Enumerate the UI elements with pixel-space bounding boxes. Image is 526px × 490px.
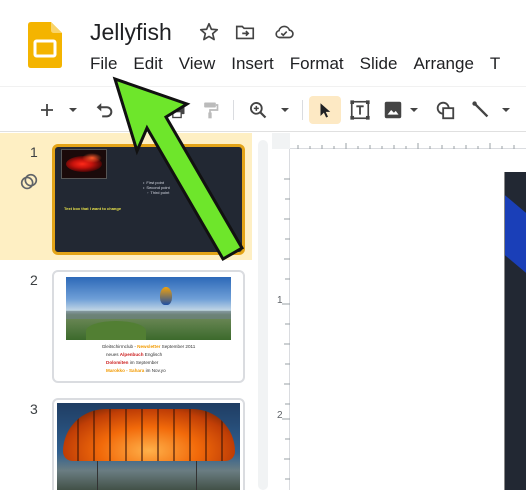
slide-1-bullets: • First point • Second point ◦ Third point: [143, 180, 170, 195]
slide-row-3[interactable]: 3: [0, 391, 252, 490]
menu-insert[interactable]: Insert: [223, 51, 282, 79]
paraglider-landscape-image: [66, 277, 231, 340]
move-to-folder-icon[interactable]: [233, 20, 257, 44]
select-tool-icon[interactable]: [309, 96, 341, 124]
toolbar-divider: [302, 100, 303, 120]
print-icon[interactable]: [164, 96, 190, 124]
slide-number: 1: [30, 144, 38, 160]
menu-format[interactable]: Format: [282, 51, 352, 79]
line-dropdown-icon[interactable]: [498, 96, 514, 124]
undo-icon[interactable]: [91, 96, 117, 124]
new-slide-button[interactable]: [35, 96, 59, 124]
zoom-icon[interactable]: [245, 96, 271, 124]
slide-thumbnail-2[interactable]: Gleitschirmclub - Newsletter September 2…: [52, 270, 245, 383]
ruler-label: 2: [277, 410, 283, 421]
slide-thumbnail-1[interactable]: • First point • Second point ◦ Third point …: [52, 144, 245, 255]
slide-row-2[interactable]: 2 Gleitschirmclub - Newsletter September…: [0, 263, 252, 388]
slide-thumbnail-3[interactable]: [52, 398, 245, 490]
image-icon[interactable]: [380, 96, 406, 124]
slide-1-caption: Text box that I want to change: [64, 206, 122, 211]
menu-arrange[interactable]: Arrange: [405, 51, 481, 79]
menu-slide[interactable]: Slide: [352, 51, 406, 79]
app-header: Jellyfish File Edit View Insert Format S…: [0, 0, 526, 86]
slide-filmstrip: 1 • First point • Second point ◦ Third poin…: [0, 133, 272, 490]
jellyfish-image: [61, 149, 107, 179]
paraglider-canopy-image: [57, 403, 240, 490]
paint-format-icon[interactable]: [197, 96, 223, 124]
slide-editor: 1 2: [272, 133, 526, 490]
speaker-notes-icon[interactable]: [18, 171, 40, 193]
vertical-ruler: 1 2: [272, 149, 290, 490]
zoom-dropdown-icon[interactable]: [276, 96, 294, 124]
filmstrip-scrollbar[interactable]: [258, 140, 268, 490]
slide-number: 2: [30, 272, 38, 288]
new-slide-dropdown-icon[interactable]: [64, 96, 82, 124]
image-dropdown-icon[interactable]: [406, 96, 422, 124]
slide-canvas[interactable]: [290, 149, 526, 490]
menu-view[interactable]: View: [171, 51, 224, 79]
bullet-item: Third point: [150, 190, 170, 195]
slide-edge: [504, 172, 526, 490]
slide-number: 3: [30, 401, 38, 417]
cloud-saved-icon[interactable]: [272, 20, 296, 44]
toolbar-divider: [233, 100, 234, 120]
toolbar: [0, 86, 526, 132]
ruler-label: 1: [277, 295, 283, 306]
slides-logo-icon[interactable]: [28, 22, 62, 68]
menu-bar: File Edit View Insert Format Slide Arran…: [82, 51, 508, 79]
horizontal-ruler: [290, 133, 526, 149]
line-icon[interactable]: [468, 96, 494, 124]
menu-file[interactable]: File: [82, 51, 125, 79]
menu-edit[interactable]: Edit: [125, 51, 170, 79]
slide-2-text: Gleitschirmclub - Newsletter September 2…: [101, 344, 196, 373]
shape-icon[interactable]: [432, 96, 458, 124]
star-icon[interactable]: [197, 20, 221, 44]
menu-tools[interactable]: T: [482, 51, 508, 79]
slide-row-1[interactable]: 1 • First point • Second point ◦ Third poin…: [0, 133, 252, 260]
document-title[interactable]: Jellyfish: [90, 19, 172, 46]
text-box-icon[interactable]: [347, 96, 373, 124]
